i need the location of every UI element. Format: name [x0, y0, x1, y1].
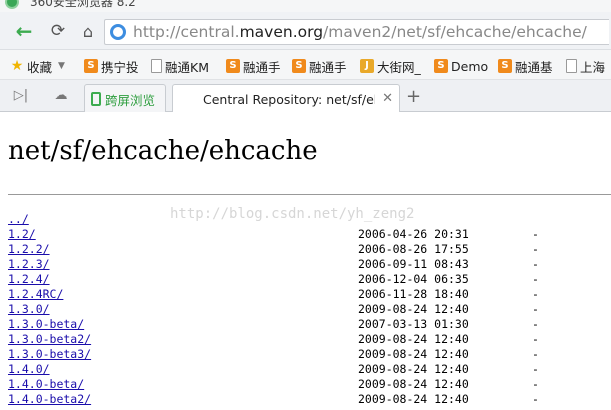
modified-date: 2009-08-24 12:40: [358, 302, 469, 316]
list-item: 1.4.0-beta2/2009-08-24 12:40 -: [8, 392, 611, 407]
list-item: 1.3.0-beta/2007-03-13 01:30 -: [8, 317, 611, 332]
tab-bar: ▷| ☁ 跨屏浏览 Central Repository: net/sf/ehc…: [0, 80, 611, 114]
file-size: -: [532, 392, 539, 406]
list-item: 1.2/2006-04-26 20:31 -: [8, 227, 611, 242]
directory-link[interactable]: 1.3.0-beta/: [8, 317, 84, 332]
directory-link[interactable]: 1.2.4RC/: [8, 287, 63, 302]
list-item: 1.3.0-beta2/2009-08-24 12:40 -: [8, 332, 611, 347]
directory-link[interactable]: 1.3.0-beta2/: [8, 332, 91, 347]
modified-date: 2006-09-11 08:43: [358, 257, 469, 271]
chevron-down-icon[interactable]: ▼: [58, 61, 65, 71]
address-bar: ← ⟳ ⌂ http://central.maven.org/maven2/ne…: [0, 12, 611, 50]
new-tab-plus-icon[interactable]: +: [406, 86, 421, 107]
window-title: 360安全浏览器 8.2: [30, 0, 136, 9]
file-size: -: [532, 347, 539, 361]
bookmark-item[interactable]: S 融通手: [226, 57, 281, 75]
bookmark-favorites[interactable]: ★ 收藏 ▼: [10, 57, 65, 75]
modified-date: 2006-11-28 18:40: [358, 287, 469, 301]
directory-link[interactable]: 1.2.4/: [8, 272, 50, 287]
cloud-icon[interactable]: ☁: [52, 88, 70, 104]
file-size: -: [532, 287, 539, 301]
directory-link[interactable]: 1.4.0-beta/: [8, 377, 84, 392]
directory-link[interactable]: 1.3.0-beta3/: [8, 347, 91, 362]
modified-date: 2009-08-24 12:40: [358, 362, 469, 376]
list-item: 1.2.3/2006-09-11 08:43 -: [8, 257, 611, 272]
file-size: -: [532, 272, 539, 286]
star-icon: ★: [10, 58, 24, 74]
url-input[interactable]: http://central.maven.org/maven2/net/sf/e…: [104, 19, 609, 45]
list-item: 1.2.4/2006-12-04 06:35 -: [8, 272, 611, 287]
directory-link[interactable]: 1.2/: [8, 227, 36, 242]
directory-listing: ../1.2/2006-04-26 20:31-1.2.2/2006-08-26…: [8, 212, 611, 407]
file-size: -: [532, 362, 539, 376]
bookmark-item[interactable]: J 大街网_: [360, 57, 421, 75]
directory-link[interactable]: 1.4.0-beta2/: [8, 392, 91, 407]
directory-link[interactable]: 1.3.0/: [8, 302, 50, 317]
file-size: -: [532, 257, 539, 271]
file-size: -: [532, 317, 539, 331]
list-item: 1.4.0/2009-08-24 12:40 -: [8, 362, 611, 377]
modified-date: 2006-04-26 20:31: [358, 227, 469, 241]
list-item: 1.2.2/2006-08-26 17:55 -: [8, 242, 611, 257]
bookmark-item[interactable]: 融通KM: [151, 57, 209, 75]
bookmark-item[interactable]: S 融通手: [292, 57, 347, 75]
file-size: -: [532, 302, 539, 316]
list-item: 1.2.4RC/2006-11-28 18:40 -: [8, 287, 611, 302]
file-size: -: [532, 242, 539, 256]
modified-date: 2009-08-24 12:40: [358, 392, 469, 406]
bookmark-item[interactable]: 上海: [566, 57, 605, 75]
bookmarks-bar: ★ 收藏 ▼ S 携宁投 融通KM S 融通手 S 融通手 J 大街网_ S D…: [0, 50, 611, 80]
page-content: net/sf/ehcache/ehcache http://blog.csdn.…: [0, 112, 611, 410]
file-size: -: [532, 377, 539, 391]
s-icon: S: [434, 59, 448, 73]
file-size: -: [532, 227, 539, 241]
bookmark-item[interactable]: S Demo: [434, 57, 488, 75]
list-item: 1.3.0/2009-08-24 12:40 -: [8, 302, 611, 317]
modified-date: 2009-08-24 12:40: [358, 332, 469, 346]
modified-date: 2009-08-24 12:40: [358, 377, 469, 391]
directory-link[interactable]: 1.4.0/: [8, 362, 50, 377]
phone-icon: [91, 92, 101, 106]
document-icon: [566, 59, 577, 73]
modified-date: 2006-08-26 17:55: [358, 242, 469, 256]
list-item: 1.3.0-beta3/2009-08-24 12:40 -: [8, 347, 611, 362]
refresh-icon[interactable]: ⟳: [48, 21, 68, 41]
url-text: http://central.maven.org/maven2/net/sf/e…: [133, 23, 587, 41]
directory-link[interactable]: 1.2.3/: [8, 257, 50, 272]
file-size: -: [532, 332, 539, 346]
divider: [8, 194, 611, 195]
home-icon[interactable]: ⌂: [78, 21, 98, 41]
j-icon: J: [360, 59, 374, 73]
sidebar-toggle-icon[interactable]: ▷|: [12, 88, 30, 104]
list-item: 1.4.0-beta/2009-08-24 12:40 -: [8, 377, 611, 392]
tab-central-repository[interactable]: Central Repository: net/sf/ehcache ✕: [172, 84, 400, 114]
modified-date: 2006-12-04 06:35: [358, 272, 469, 286]
s-icon: S: [292, 59, 306, 73]
browser-logo-icon: [5, 0, 19, 9]
s-icon: S: [226, 59, 240, 73]
s-icon: S: [84, 59, 98, 73]
modified-date: 2009-08-24 12:40: [358, 347, 469, 361]
bookmark-item[interactable]: S 融通基: [498, 57, 553, 75]
window-title-bar: 360安全浏览器 8.2: [0, 0, 611, 12]
modified-date: 2007-03-13 01:30: [358, 317, 469, 331]
close-icon[interactable]: ✕: [382, 91, 393, 106]
directory-link[interactable]: ../: [8, 212, 29, 227]
directory-link[interactable]: 1.2.2/: [8, 242, 50, 257]
s-icon: S: [498, 59, 512, 73]
document-icon: [151, 59, 162, 73]
bookmark-item[interactable]: S 携宁投: [84, 57, 139, 75]
globe-icon: [110, 24, 126, 40]
list-item: ../: [8, 212, 611, 227]
page-title: net/sf/ehcache/ehcache: [8, 136, 318, 166]
back-arrow-icon[interactable]: ←: [14, 19, 34, 43]
tab-cross-screen[interactable]: 跨屏浏览: [84, 84, 166, 113]
